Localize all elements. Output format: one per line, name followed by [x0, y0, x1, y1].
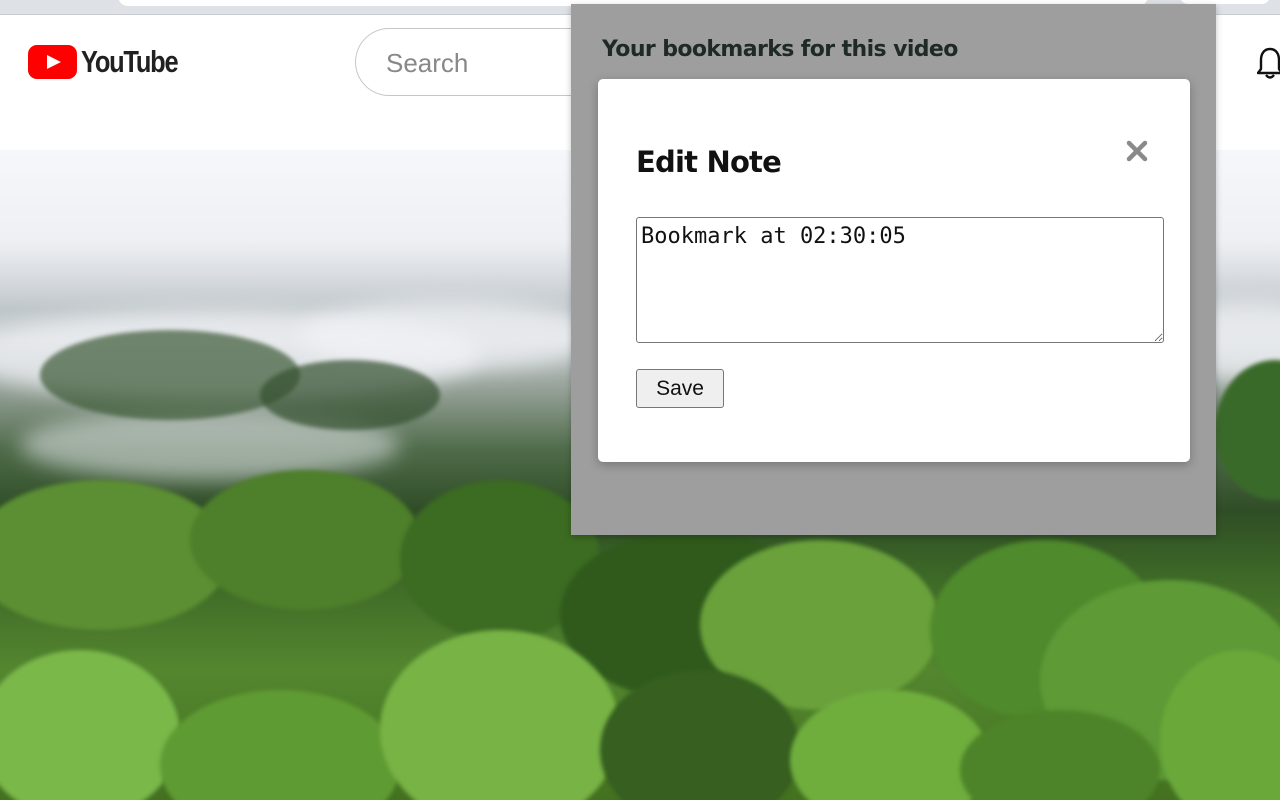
bookmarks-panel-title: Your bookmarks for this video [602, 37, 958, 62]
note-textarea[interactable]: Bookmark at 02:30:05 [636, 217, 1164, 343]
search-input[interactable] [384, 43, 588, 83]
bell-icon[interactable] [1257, 45, 1280, 81]
youtube-play-icon [28, 45, 77, 79]
logo-wordmark: YouTube [81, 44, 179, 79]
close-icon[interactable] [1122, 136, 1152, 166]
modal-title: Edit Note [636, 145, 782, 179]
edit-note-modal: Edit Note Bookmark at 02:30:05 Save [598, 79, 1190, 462]
youtube-logo[interactable]: YouTube [28, 44, 199, 79]
save-button[interactable]: Save [636, 369, 724, 408]
bookmarks-extension-popup: Your bookmarks for this video Edit Note … [571, 4, 1216, 535]
